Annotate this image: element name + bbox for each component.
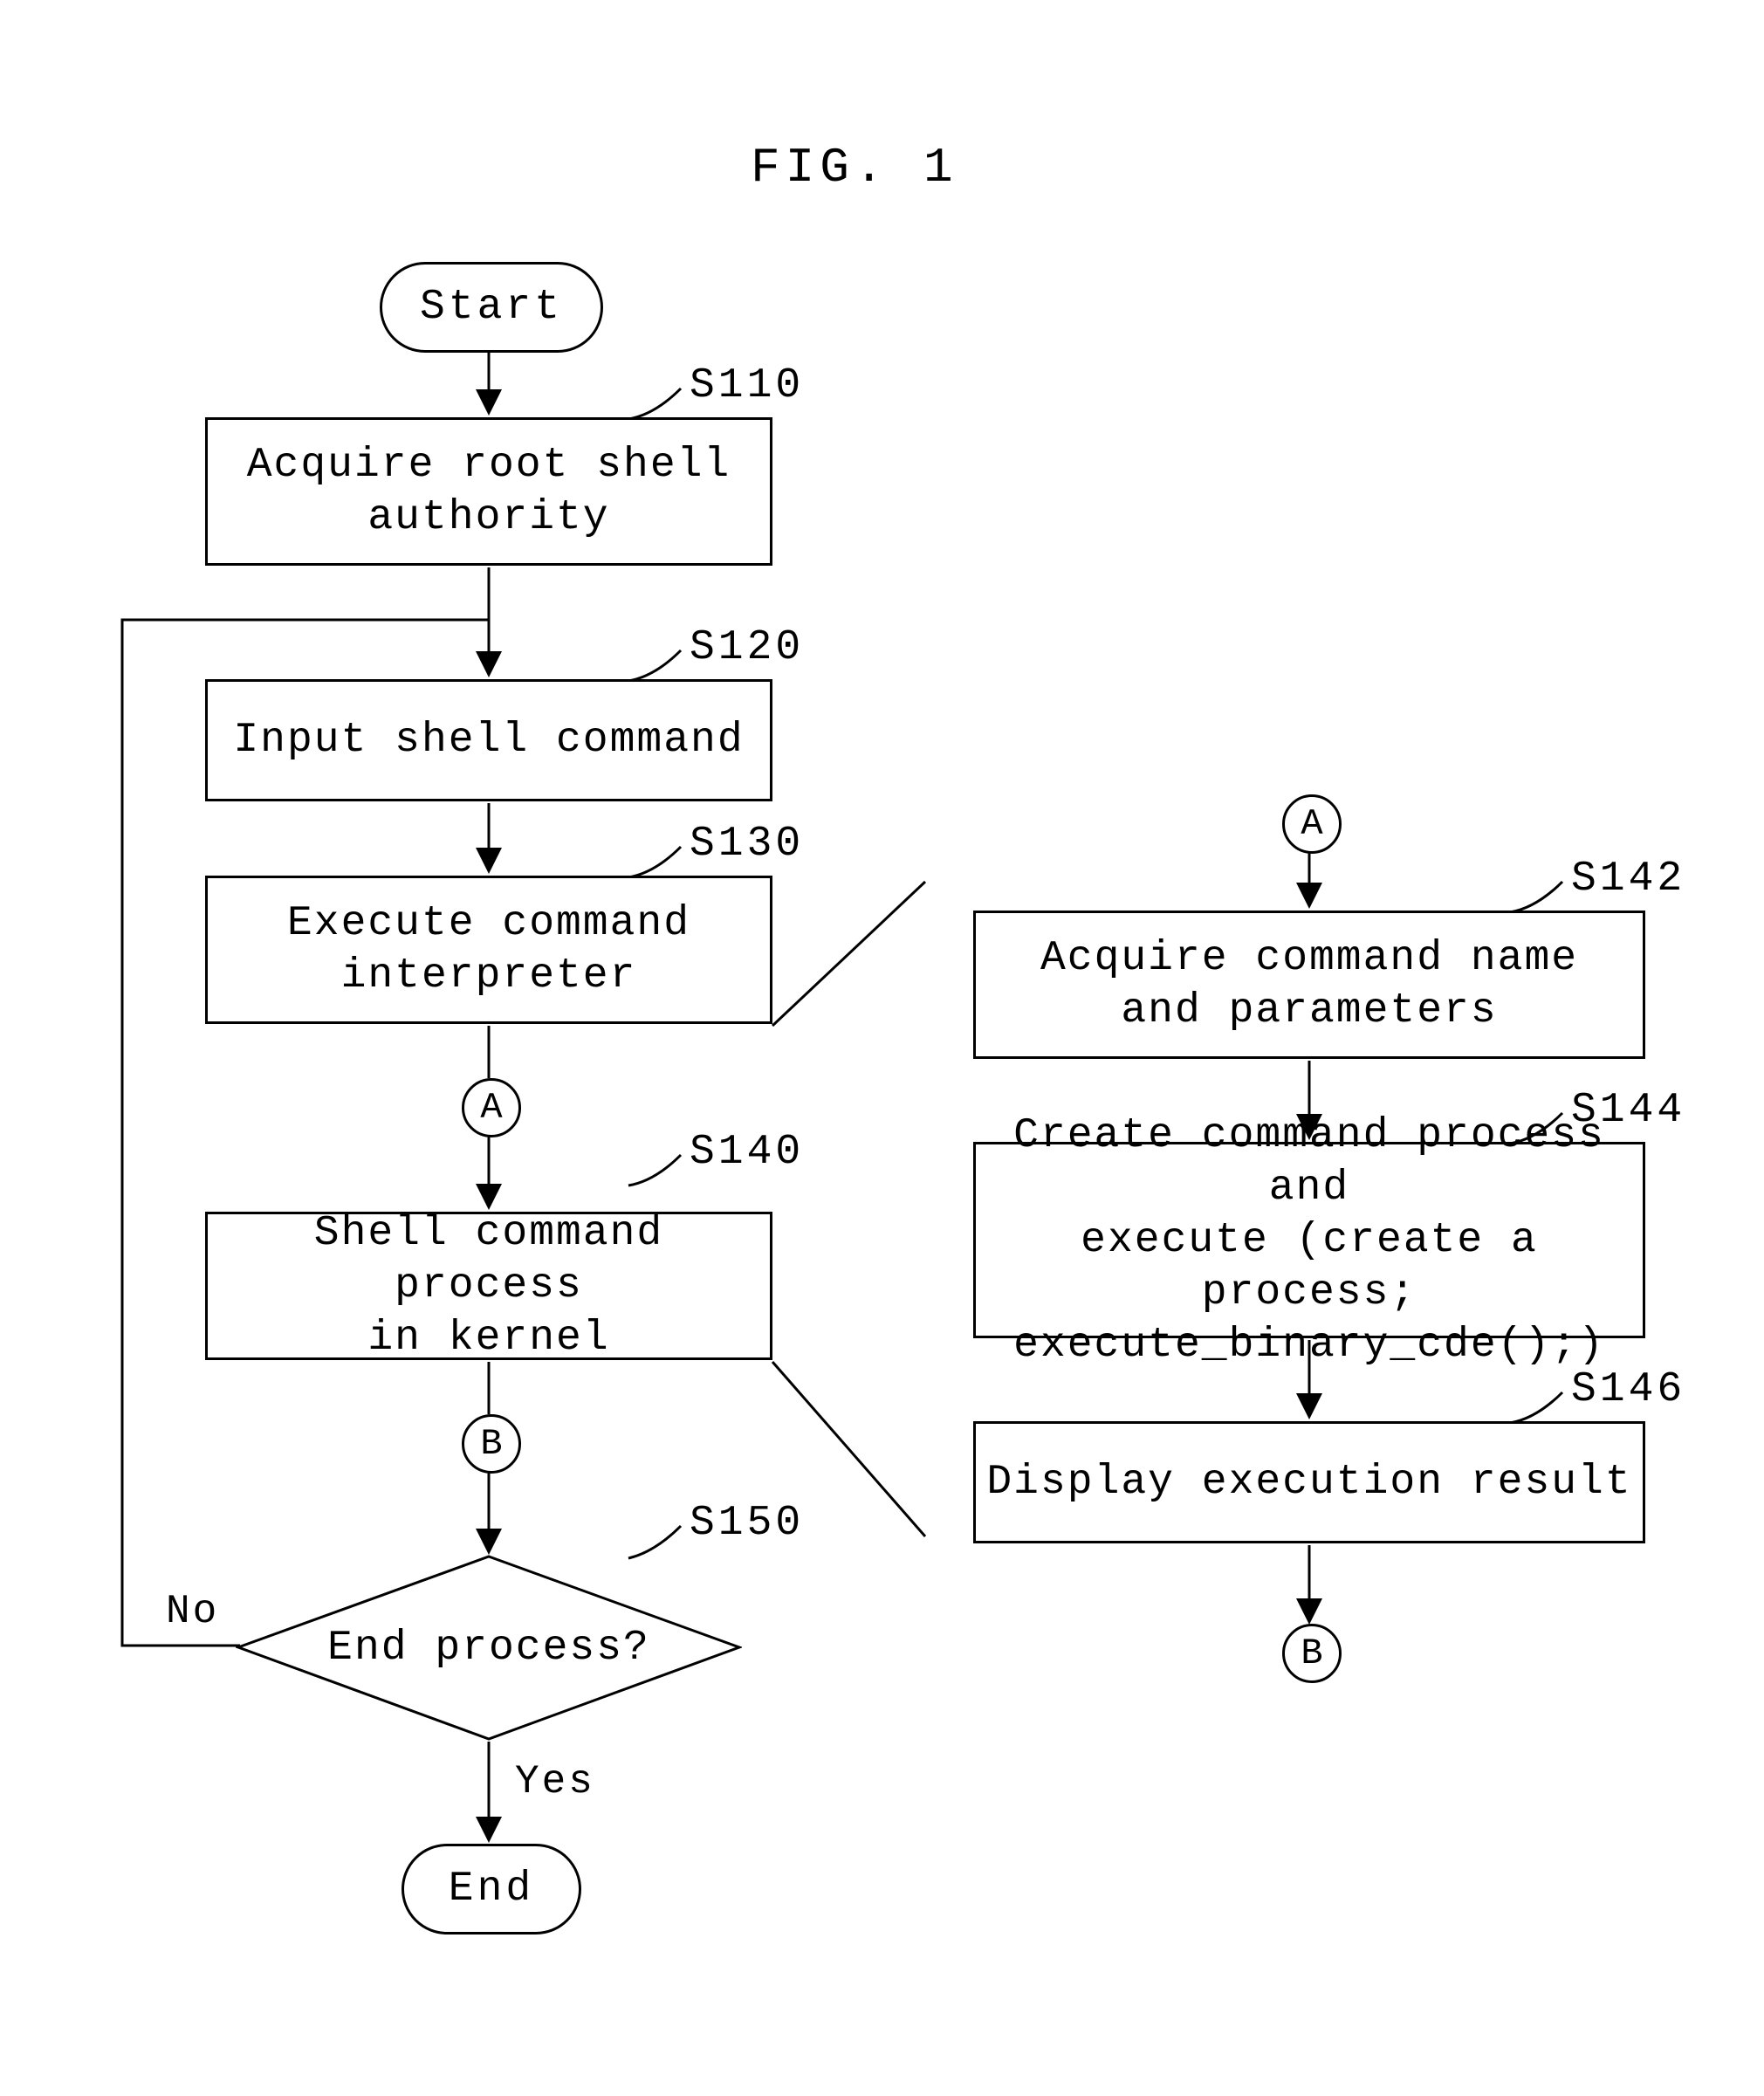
edge-label-yes: Yes — [515, 1759, 595, 1804]
connector-label: B — [480, 1423, 502, 1465]
decision-end-process: End process? — [236, 1554, 742, 1742]
process-label: Create command process andexecute (creat… — [985, 1110, 1634, 1371]
step-id-s146: S146 — [1571, 1366, 1685, 1413]
terminator-start: Start — [380, 262, 603, 353]
connector-label: A — [480, 1087, 502, 1129]
step-id-s150: S150 — [690, 1500, 804, 1547]
terminator-end-label: End — [449, 1866, 534, 1913]
connector-a-left: A — [462, 1078, 521, 1137]
connector-b-left: B — [462, 1414, 521, 1474]
process-s120: Input shell command — [205, 679, 772, 801]
terminator-start-label: Start — [420, 284, 563, 331]
process-label: Display execution result — [986, 1456, 1631, 1508]
flowchart-canvas: FIG. 1 Start Acquire root shellauthority… — [0, 0, 1764, 2096]
process-s146: Display execution result — [973, 1421, 1645, 1543]
figure-title: FIG. 1 — [751, 140, 958, 196]
step-id-s144: S144 — [1571, 1087, 1685, 1134]
process-label: Shell command processin kernel — [216, 1207, 761, 1364]
connector-a-right: A — [1282, 794, 1342, 854]
process-label: Input shell command — [233, 714, 744, 766]
step-id-s130: S130 — [690, 821, 804, 868]
terminator-end: End — [402, 1844, 581, 1935]
decision-label: End process? — [327, 1625, 650, 1672]
process-s110: Acquire root shellauthority — [205, 417, 772, 566]
edge-label-no: No — [166, 1589, 219, 1634]
process-label: Execute commandinterpreter — [287, 897, 690, 1002]
connector-label: B — [1301, 1632, 1322, 1674]
process-s142: Acquire command nameand parameters — [973, 911, 1645, 1059]
process-s140: Shell command processin kernel — [205, 1212, 772, 1360]
connector-label: A — [1301, 803, 1322, 845]
step-id-s142: S142 — [1571, 856, 1685, 903]
process-s130: Execute commandinterpreter — [205, 876, 772, 1024]
process-label: Acquire root shellauthority — [247, 439, 731, 544]
process-label: Acquire command nameand parameters — [1040, 932, 1578, 1037]
step-id-s110: S110 — [690, 362, 804, 409]
connector-b-right: B — [1282, 1624, 1342, 1683]
step-id-s140: S140 — [690, 1129, 804, 1176]
step-id-s120: S120 — [690, 624, 804, 671]
process-s144: Create command process andexecute (creat… — [973, 1142, 1645, 1338]
